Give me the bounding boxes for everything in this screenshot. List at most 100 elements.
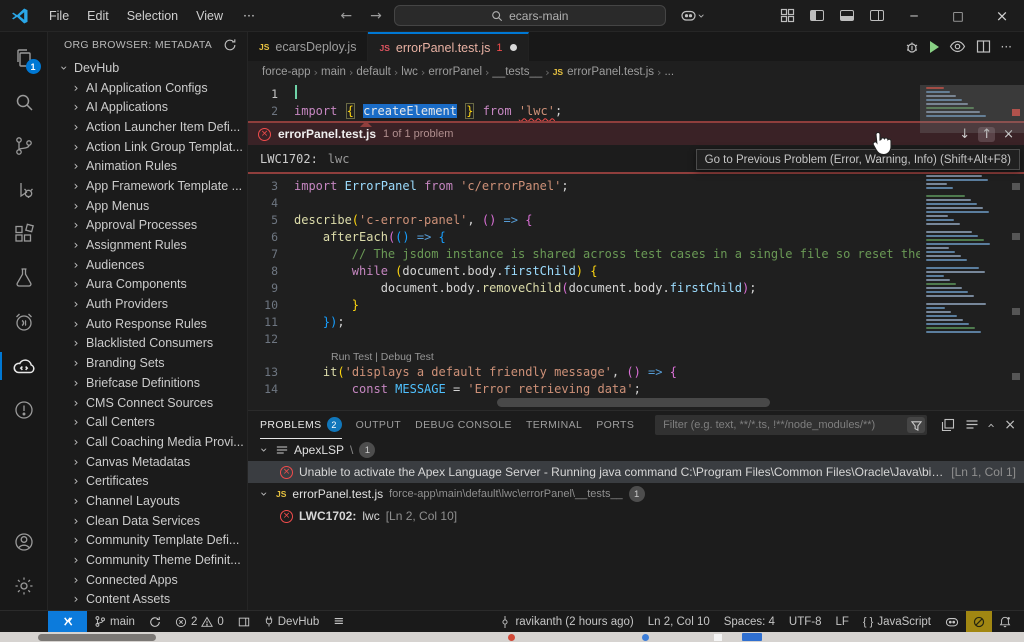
status-errors[interactable]: 2 xyxy=(168,611,199,632)
tree-item-blacklisted-consumers[interactable]: ›Blacklisted Consumers xyxy=(48,334,247,354)
status-menu[interactable]: ≡ xyxy=(326,611,351,632)
code-line-13[interactable]: 13 it('displays a default friendly messa… xyxy=(248,363,1024,380)
panel-tab-terminal[interactable]: TERMINAL xyxy=(526,411,582,439)
activity-extensions[interactable] xyxy=(0,212,48,256)
activity-run-debug[interactable] xyxy=(0,168,48,212)
code-line-6[interactable]: 6 afterEach(() => { xyxy=(248,228,1024,245)
close-button[interactable]: × xyxy=(982,1,1022,31)
activity-settings[interactable] xyxy=(0,564,48,608)
panel-tab-problems[interactable]: PROBLEMS2 xyxy=(260,411,342,439)
tree-item-devhub[interactable]: ›DevHub xyxy=(48,58,247,78)
status-editor-layout[interactable] xyxy=(231,611,257,632)
status-ln-2-col-10[interactable]: Ln 2, Col 10 xyxy=(641,611,717,632)
forward-button[interactable]: → xyxy=(364,8,388,24)
tree-item-approval-processes[interactable]: ›Approval Processes xyxy=(48,216,247,236)
refresh-icon[interactable] xyxy=(223,38,237,52)
status-sync[interactable] xyxy=(142,611,168,632)
run-icon[interactable] xyxy=(930,41,939,53)
tree-item-branding-sets[interactable]: ›Branding Sets xyxy=(48,353,247,373)
status-block[interactable] xyxy=(966,611,992,632)
toggle-panel-button[interactable] xyxy=(834,3,860,29)
tree-item-community-template-defi[interactable]: ›Community Template Defi... xyxy=(48,531,247,551)
code-line-10[interactable]: 10 } xyxy=(248,296,1024,313)
status-braces[interactable]: { }JavaScript xyxy=(856,611,938,632)
breadcrumb-item[interactable]: ... xyxy=(664,66,674,78)
problems-filter-input[interactable]: Filter (e.g. text, **/*.ts, !**/node_mod… xyxy=(655,415,927,435)
filter-icon[interactable] xyxy=(907,417,925,433)
tree-item-action-link-group-templat[interactable]: ›Action Link Group Templat... xyxy=(48,137,247,157)
maximize-button[interactable]: □ xyxy=(938,1,978,31)
tree-item-connected-apps[interactable]: ›Connected Apps xyxy=(48,570,247,590)
code-line-8[interactable]: 8 while (document.body.firstChild) { xyxy=(248,262,1024,279)
code-line-3[interactable]: 3import ErrorPanel from 'c/errorPanel'; xyxy=(248,177,1024,194)
close-panel-icon[interactable]: × xyxy=(1004,417,1016,433)
code-line-7[interactable]: 7 // The jsdom instance is shared across… xyxy=(248,245,1024,262)
activity-testing[interactable] xyxy=(0,256,48,300)
split-editor-icon[interactable] xyxy=(976,39,991,54)
activity-problems[interactable] xyxy=(0,388,48,432)
tree-item-cms-connect-sources[interactable]: ›CMS Connect Sources xyxy=(48,393,247,413)
copilot-button[interactable]: › xyxy=(680,8,704,23)
activity-account[interactable] xyxy=(0,520,48,564)
problem-row[interactable]: ×Unable to activate the Apex Language Se… xyxy=(248,461,1024,483)
status-remote[interactable] xyxy=(48,611,87,632)
breadcrumb-item[interactable]: force-app xyxy=(262,66,311,78)
panel-tab-ports[interactable]: PORTS xyxy=(596,411,634,439)
tree-item-ai-application-configs[interactable]: ›AI Application Configs xyxy=(48,78,247,98)
tree-item-certificates[interactable]: ›Certificates xyxy=(48,471,247,491)
unsaved-dot-icon[interactable] xyxy=(510,44,517,51)
code-line-5[interactable]: 5describe('c-error-panel', () => { xyxy=(248,211,1024,228)
toggle-secondary-sidebar-button[interactable] xyxy=(864,3,890,29)
tab-ecarsDeploy.js[interactable]: JSecarsDeploy.js xyxy=(248,32,368,61)
tree-item-auto-response-rules[interactable]: ›Auto Response Rules xyxy=(48,314,247,334)
tree-item-community-theme-definit[interactable]: ›Community Theme Definit... xyxy=(48,550,247,570)
menu-selection[interactable]: Selection xyxy=(118,5,187,27)
minimap-slider[interactable] xyxy=(920,85,1024,133)
code-line-11[interactable]: 11 }); xyxy=(248,313,1024,330)
code-line-9[interactable]: 9 document.body.removeChild(document.bod… xyxy=(248,279,1024,296)
status-copilot[interactable] xyxy=(938,611,966,632)
problems-group-row[interactable]: ›ApexLSP\1 xyxy=(248,439,1024,461)
tree-item-app-menus[interactable]: ›App Menus xyxy=(48,196,247,216)
tree-item-animation-rules[interactable]: ›Animation Rules xyxy=(48,156,247,176)
maximize-panel-icon[interactable]: › xyxy=(984,422,999,427)
code-area[interactable]: 12import { createElement } from 'lwc'; ×… xyxy=(248,83,1024,410)
breadcrumb-item[interactable]: default xyxy=(356,66,391,78)
customize-layout-button[interactable] xyxy=(774,3,800,29)
minimize-button[interactable]: ─ xyxy=(894,1,934,31)
activity-source-control[interactable] xyxy=(0,124,48,168)
horizontal-scrollbar[interactable] xyxy=(497,398,770,407)
tree-item-call-centers[interactable]: ›Call Centers xyxy=(48,412,247,432)
tree-item-auth-providers[interactable]: ›Auth Providers xyxy=(48,294,247,314)
tree-item-aura-components[interactable]: ›Aura Components xyxy=(48,275,247,295)
tree-item-call-coaching-media-provi[interactable]: ›Call Coaching Media Provi... xyxy=(48,432,247,452)
tree-item-ai-applications[interactable]: ›AI Applications xyxy=(48,97,247,117)
back-button[interactable]: ← xyxy=(334,8,358,24)
breadcrumb-item[interactable]: JSerrorPanel.test.js xyxy=(553,66,654,78)
tree-item-briefcase-definitions[interactable]: ›Briefcase Definitions xyxy=(48,373,247,393)
status-spaces-4[interactable]: Spaces: 4 xyxy=(717,611,782,632)
status-commit[interactable]: ravikanth (2 hours ago) xyxy=(492,611,640,632)
code-line-12[interactable]: 12 xyxy=(248,330,1024,347)
panel-tab-debug-console[interactable]: DEBUG CONSOLE xyxy=(415,411,512,439)
status-plug[interactable]: DevHub xyxy=(257,611,327,632)
more-actions-icon[interactable]: ··· xyxy=(1001,40,1012,54)
status-lf[interactable]: LF xyxy=(828,611,855,632)
collapse-all-icon[interactable] xyxy=(965,418,979,432)
code-line-1[interactable]: 1 xyxy=(248,85,1024,102)
menu-file[interactable]: File xyxy=(40,5,78,27)
tree-item-channel-layouts[interactable]: ›Channel Layouts xyxy=(48,491,247,511)
preview-icon[interactable] xyxy=(949,39,966,54)
debug-icon[interactable] xyxy=(904,39,920,55)
status-bell[interactable] xyxy=(992,611,1018,632)
status-utf-8[interactable]: UTF-8 xyxy=(782,611,829,632)
problem-row[interactable]: ×LWC1702:lwc[Ln 2, Col 10] xyxy=(248,505,1024,527)
menu-edit[interactable]: Edit xyxy=(78,5,118,27)
tree-item-clean-data-services[interactable]: ›Clean Data Services xyxy=(48,511,247,531)
view-as-table-icon[interactable] xyxy=(941,418,955,432)
menu-view[interactable]: View xyxy=(187,5,232,27)
tree-item-action-launcher-item-defi[interactable]: ›Action Launcher Item Defi... xyxy=(48,117,247,137)
tree-item-content-assets[interactable]: ›Content Assets xyxy=(48,590,247,610)
breadcrumb-item[interactable]: main xyxy=(321,66,346,78)
activity-replay-debugger[interactable] xyxy=(0,300,48,344)
